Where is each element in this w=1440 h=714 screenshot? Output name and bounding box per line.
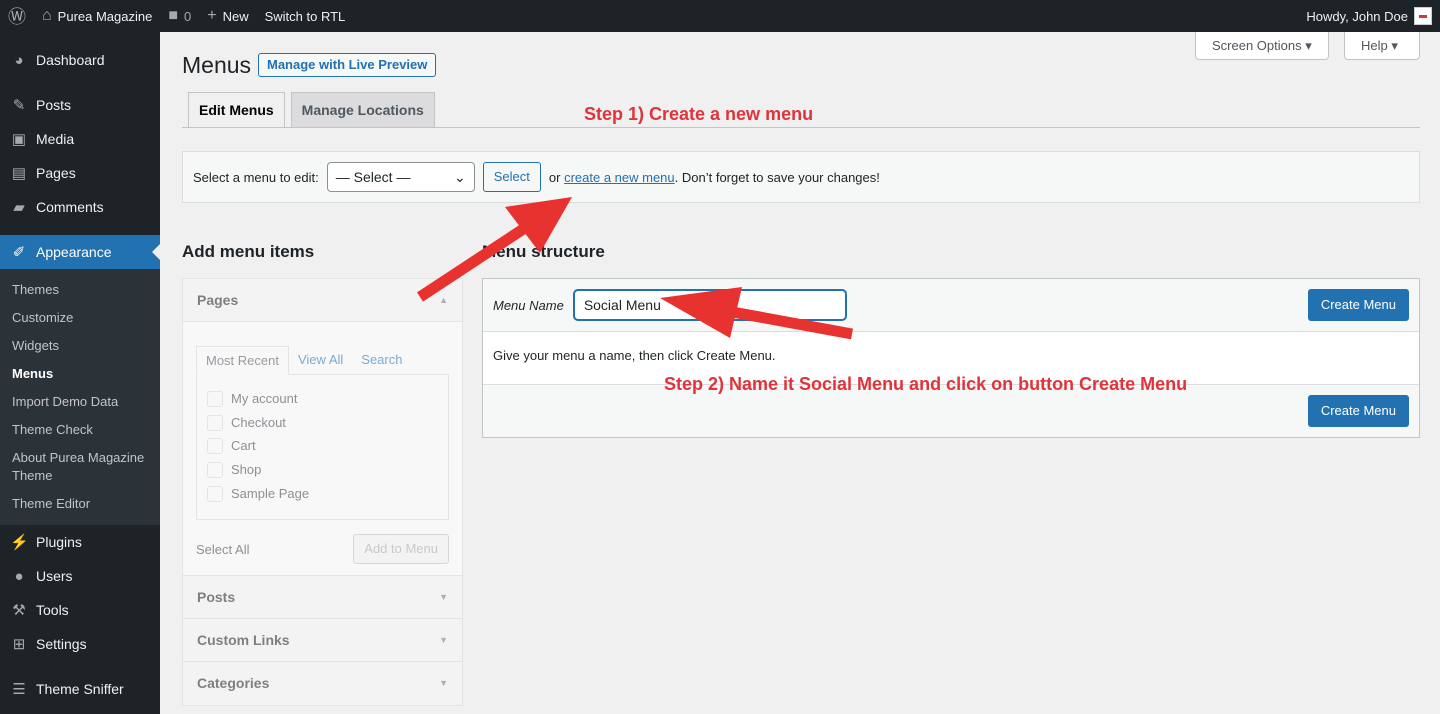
tabs-divider <box>182 127 1420 128</box>
page-item[interactable]: Cart <box>207 434 438 458</box>
new-link[interactable]: + New <box>199 0 256 32</box>
live-preview-button[interactable]: Manage with Live Preview <box>258 53 437 77</box>
sidebar-item-dashboard[interactable]: ◕ Dashboard <box>0 43 160 77</box>
chevron-down-icon: ⌄ <box>454 168 466 185</box>
add-items-accordion: Pages ▲ Most Recent View All Search My ac… <box>182 278 463 706</box>
submenu-themes[interactable]: Themes <box>0 276 160 304</box>
tab-manage-locations[interactable]: Manage Locations <box>290 92 435 127</box>
comment-icon: ■ <box>168 7 179 24</box>
media-icon: ▣ <box>11 131 27 148</box>
admin-sidebar: ◕ Dashboard ✎ Posts ▣ Media ▤ Pages ▰ Comment… <box>0 32 160 714</box>
submenu-customize[interactable]: Customize <box>0 304 160 332</box>
arrow-up-icon: ▲ <box>439 295 448 305</box>
section-categories[interactable]: Categories ▼ <box>183 662 462 705</box>
sidebar-item-appearance[interactable]: ✐ Appearance <box>0 235 160 269</box>
home-icon: ⌂ <box>42 7 52 24</box>
help-button[interactable]: Help ▾ <box>1344 32 1420 60</box>
submenu-about-theme[interactable]: About Purea Magazine Theme <box>0 444 160 490</box>
annotation-step-1: Step 1) Create a new menu <box>584 104 814 124</box>
site-name-link[interactable]: ⌂ Purea Magazine <box>34 0 160 32</box>
select-all-link[interactable]: Select All <box>196 542 249 557</box>
menu-structure-panel: Menu Name Create Menu Give your menu a n… <box>482 278 1420 438</box>
page-item[interactable]: My account <box>207 387 438 411</box>
submenu-import-demo[interactable]: Import Demo Data <box>0 388 160 416</box>
sidebar-item-tools[interactable]: ⚒ Tools <box>0 593 160 627</box>
select-button[interactable]: Select <box>482 162 541 192</box>
checkbox[interactable] <box>207 461 223 478</box>
comment-icon: ▰ <box>13 199 25 216</box>
sidebar-item-plugins[interactable]: ⚡ Plugins <box>0 525 160 559</box>
avatar <box>1414 7 1432 25</box>
page-title: Menus <box>182 52 252 78</box>
sidebar-item-media[interactable]: ▣ Media <box>0 122 160 156</box>
checkbox[interactable] <box>207 414 223 431</box>
sidebar-item-users[interactable]: ● Users <box>0 559 160 593</box>
pages-list: My account Checkout Cart Shop Sample Pag… <box>196 374 449 520</box>
submenu-menus[interactable]: Menus <box>0 360 160 388</box>
menu-structure-title: Menu structure <box>482 242 605 261</box>
create-menu-button-bottom[interactable]: Create Menu <box>1307 395 1409 427</box>
section-posts[interactable]: Posts ▼ <box>183 576 462 619</box>
submenu-theme-check[interactable]: Theme Check <box>0 416 160 444</box>
tab-most-recent[interactable]: Most Recent <box>196 346 289 375</box>
add-menu-items-title: Add menu items <box>182 242 315 261</box>
sidebar-item-theme-sniffer[interactable]: ☰ Theme Sniffer <box>0 672 160 706</box>
screen-options-button[interactable]: Screen Options ▾ <box>1195 32 1329 60</box>
submenu-widgets[interactable]: Widgets <box>0 332 160 360</box>
create-menu-button[interactable]: Create Menu <box>1307 289 1409 321</box>
wordpress-logo-icon[interactable]: Ⓦ <box>0 0 34 32</box>
appearance-submenu: Themes Customize Widgets Menus Import De… <box>0 269 160 525</box>
arrow-down-icon: ▼ <box>439 592 448 602</box>
menu-name-label: Menu Name <box>493 297 564 313</box>
wrench-icon: ⚒ <box>12 602 26 619</box>
annotation-step-2: Step 2) Name it Social Menu and click on… <box>664 374 1188 394</box>
plugin-icon: ⚡ <box>10 534 29 551</box>
account-menu[interactable]: Howdy, John Doe <box>1306 7 1440 25</box>
brush-icon: ✐ <box>12 244 26 261</box>
submenu-theme-editor[interactable]: Theme Editor <box>0 490 160 518</box>
list-icon: ☰ <box>12 681 26 698</box>
user-icon: ● <box>14 567 24 585</box>
tab-view-all[interactable]: View All <box>289 346 352 374</box>
menu-select[interactable]: — Select — ⌄ <box>326 162 475 192</box>
tab-search[interactable]: Search <box>352 346 411 374</box>
checkbox[interactable] <box>207 485 223 502</box>
sidebar-item-settings[interactable]: ⊞ Settings <box>0 627 160 661</box>
dashboard-icon: ◕ <box>14 51 24 69</box>
sidebar-item-posts[interactable]: ✎ Posts <box>0 88 160 122</box>
add-to-menu-button[interactable]: Add to Menu <box>353 534 449 564</box>
settings-icon: ⊞ <box>12 636 26 653</box>
tab-edit-menus[interactable]: Edit Menus <box>188 92 285 127</box>
comments-link[interactable]: ■ 0 <box>160 0 199 32</box>
menu-name-input[interactable] <box>573 290 846 320</box>
page-item[interactable]: Shop <box>207 458 438 482</box>
page-item[interactable]: Checkout <box>207 411 438 435</box>
sidebar-item-pages[interactable]: ▤ Pages <box>0 156 160 190</box>
create-new-menu-link[interactable]: create a new menu <box>564 170 675 185</box>
arrow-down-icon: ▼ <box>439 678 448 688</box>
arrow-down-icon: ▼ <box>439 635 448 645</box>
pages-icon: ▤ <box>11 165 27 182</box>
sidebar-item-comments[interactable]: ▰ Comments <box>0 190 160 224</box>
page-item[interactable]: Sample Page <box>207 482 438 506</box>
plus-icon: + <box>207 7 217 24</box>
pin-icon: ✎ <box>12 97 26 114</box>
rtl-link[interactable]: Switch to RTL <box>257 0 354 32</box>
section-custom-links[interactable]: Custom Links ▼ <box>183 619 462 662</box>
section-pages[interactable]: Pages ▲ <box>183 279 462 322</box>
checkbox[interactable] <box>207 390 223 407</box>
checkbox[interactable] <box>207 438 223 455</box>
admin-bar: Ⓦ ⌂ Purea Magazine ■ 0 + New Switch to RTL … <box>0 0 1440 32</box>
manage-menus-bar: Select a menu to edit: — Select — ⌄ Selec… <box>182 151 1420 203</box>
